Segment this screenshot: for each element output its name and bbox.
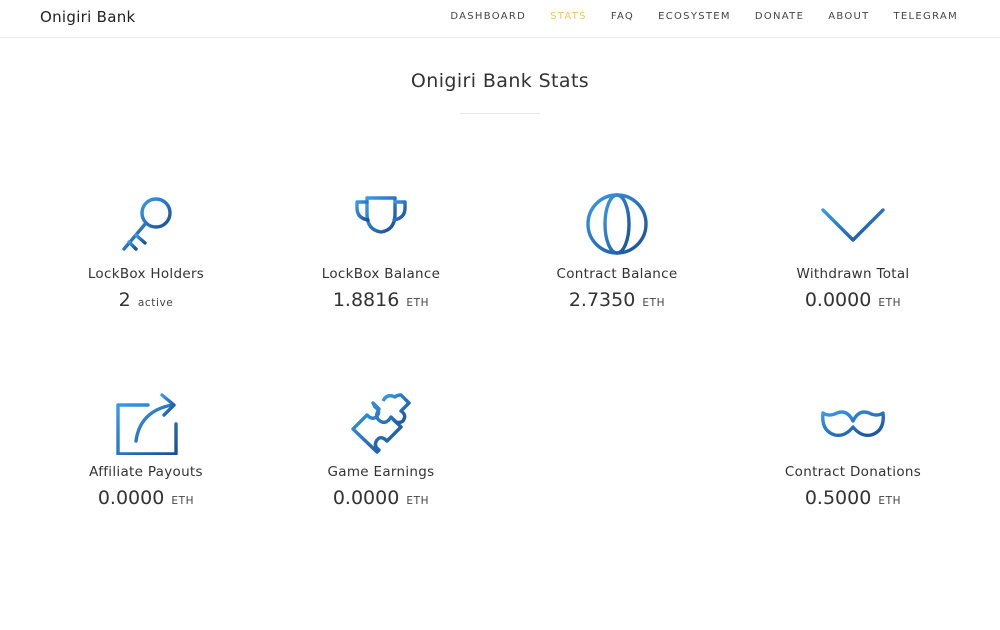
stat-number: 0.0000: [804, 289, 872, 311]
stat-value: 2 active: [26, 289, 266, 311]
brand-logo[interactable]: Onigiri Bank: [40, 8, 136, 26]
nav-link-stats[interactable]: STATS: [550, 11, 587, 22]
stat-value: 0.5000 ETH: [733, 487, 973, 509]
stat-number: 2: [118, 289, 131, 311]
stat-value: 0.0000 ETH: [733, 289, 973, 311]
stat-value: 0.0000 ETH: [261, 487, 501, 509]
chevron-down-icon: [821, 192, 885, 256]
nav-link-donate[interactable]: DONATE: [755, 11, 804, 22]
nav-link-dashboard[interactable]: DASHBOARD: [450, 11, 526, 22]
stat-value: 1.8816 ETH: [261, 289, 501, 311]
stat-number: 0.0000: [332, 487, 400, 509]
stat-value: 2.7350 ETH: [497, 289, 737, 311]
globe-icon: [585, 192, 649, 256]
key-icon: [114, 192, 178, 256]
navbar: Onigiri Bank DASHBOARD STATS FAQ ECOSYST…: [0, 0, 1000, 38]
stat-unit: ETH: [878, 495, 902, 507]
stat-value: 0.0000 ETH: [26, 487, 266, 509]
share-icon: [114, 391, 178, 455]
puzzle-icon: [349, 391, 413, 455]
stat-label: Affiliate Payouts: [89, 464, 203, 480]
nav-link-about[interactable]: ABOUT: [828, 11, 869, 22]
trophy-icon: [349, 192, 413, 256]
stat-unit: ETH: [406, 495, 430, 507]
stat-label: LockBox Holders: [87, 266, 205, 282]
stat-unit: ETH: [406, 297, 430, 309]
stat-unit: active: [137, 297, 174, 309]
title-divider: [460, 113, 540, 114]
page-title: Onigiri Bank Stats: [410, 70, 590, 92]
nav-link-ecosystem[interactable]: ECOSYSTEM: [658, 11, 731, 22]
stat-number: 1.8816: [332, 289, 400, 311]
stat-number: 0.5000: [804, 487, 872, 509]
stat-number: 2.7350: [568, 289, 636, 311]
stat-label: Withdrawn Total: [796, 266, 910, 282]
stat-number: 0.0000: [97, 487, 165, 509]
nav-link-faq[interactable]: FAQ: [611, 11, 634, 22]
stat-unit: ETH: [171, 495, 195, 507]
stat-unit: ETH: [642, 297, 666, 309]
stat-label: Game Earnings: [327, 464, 435, 480]
stat-label: Contract Balance: [556, 266, 678, 282]
mustache-icon: [821, 391, 885, 455]
stat-label: Contract Donations: [784, 464, 922, 480]
stat-unit: ETH: [878, 297, 902, 309]
stat-label: LockBox Balance: [321, 266, 441, 282]
nav-link-telegram[interactable]: TELEGRAM: [894, 11, 958, 22]
nav-menu: DASHBOARD STATS FAQ ECOSYSTEM DONATE ABO…: [426, 11, 958, 22]
